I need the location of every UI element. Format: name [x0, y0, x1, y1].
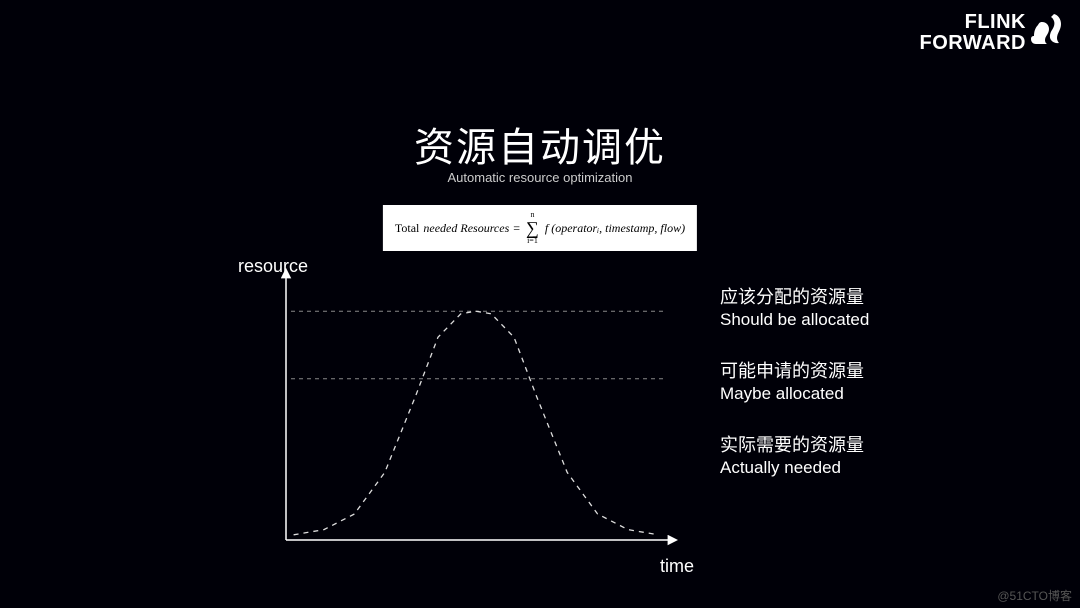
legend-zh: 可能申请的资源量	[720, 360, 864, 383]
legend-en: Actually needed	[720, 457, 864, 479]
legend-zh: 应该分配的资源量	[720, 286, 869, 309]
watermark: @51CTO博客	[997, 587, 1072, 604]
slide-title: 资源自动调优	[0, 115, 1080, 173]
formula: Total needed Resources = n ∑ i=1 f (oper…	[383, 205, 697, 251]
sigma-icon: n ∑ i=1	[526, 211, 539, 245]
formula-lhs-italic: needed Resources	[423, 221, 509, 236]
resource-chart	[246, 260, 686, 560]
logo-line2: FORWARD	[920, 33, 1026, 54]
slide-subtitle: Automatic resource optimization	[0, 170, 1080, 185]
formula-lhs-prefix: Total	[395, 221, 420, 236]
formula-eq: =	[513, 221, 520, 236]
flink-forward-logo: FLINK FORWARD	[920, 12, 1062, 54]
legend-zh: 实际需要的资源量	[720, 434, 864, 457]
legend-maybe-allocated: 可能申请的资源量 Maybe allocated	[720, 360, 864, 405]
formula-rhs: f (operatorᵢ, timestamp, flow)	[545, 221, 685, 236]
squirrel-icon	[1030, 12, 1062, 48]
logo-line1: FLINK	[920, 12, 1026, 33]
chart-svg	[246, 260, 686, 560]
legend-en: Maybe allocated	[720, 383, 864, 405]
legend-actually-needed: 实际需要的资源量 Actually needed	[720, 434, 864, 479]
legend-en: Should be allocated	[720, 309, 869, 331]
legend-should-be-allocated: 应该分配的资源量 Should be allocated	[720, 286, 869, 331]
